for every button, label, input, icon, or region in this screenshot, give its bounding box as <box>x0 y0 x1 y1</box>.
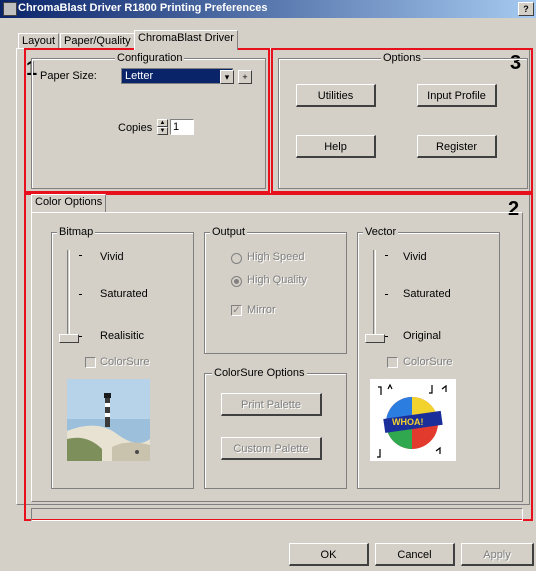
bitmap-level-saturated: Saturated <box>100 288 148 300</box>
tick-mark <box>79 255 82 256</box>
copies-spinner[interactable]: ▲ ▼ <box>157 119 168 135</box>
colorsure-options-title: ColorSure Options <box>212 367 307 379</box>
high-speed-radio[interactable] <box>231 253 242 264</box>
mirror-label: Mirror <box>247 304 276 316</box>
tick-mark <box>385 336 388 337</box>
copies-input[interactable]: 1 <box>170 119 194 135</box>
title-bar: ChromaBlast Driver R1800 Printing Prefer… <box>0 0 536 18</box>
high-speed-label: High Speed <box>247 251 305 263</box>
mirror-checkbox[interactable]: ✓ <box>231 305 242 316</box>
vector-colorsure-label: ColorSure <box>403 356 453 368</box>
ok-button[interactable]: OK <box>289 543 369 566</box>
help-title-button[interactable]: ? <box>518 2 534 16</box>
paper-size-select[interactable]: Letter <box>121 68 233 84</box>
bitmap-colorsure-checkbox[interactable] <box>85 357 96 368</box>
help-button[interactable]: Help <box>296 135 376 158</box>
spin-up-icon[interactable]: ▲ <box>157 119 168 127</box>
bitmap-level-vivid: Vivid <box>100 251 124 263</box>
bitmap-slider-thumb[interactable] <box>59 334 79 343</box>
vector-title: Vector <box>363 226 399 238</box>
add-paper-size-button[interactable]: + <box>238 70 252 84</box>
tab-layout[interactable]: Layout <box>18 33 60 49</box>
options-group: Options <box>278 52 528 189</box>
input-profile-button[interactable]: Input Profile <box>417 84 497 107</box>
vector-slider-track[interactable] <box>373 250 376 340</box>
paper-size-label: Paper Size: <box>40 70 97 82</box>
tick-mark <box>385 294 388 295</box>
tab-chromablast-driver[interactable]: ChromaBlast Driver <box>134 30 238 50</box>
copies-label: Copies <box>118 122 153 134</box>
register-button[interactable]: Register <box>417 135 497 158</box>
vector-level-original: Original <box>403 330 441 342</box>
paper-size-value: Letter <box>125 70 154 82</box>
window-title: ChromaBlast Driver R1800 Printing Prefer… <box>18 2 268 14</box>
bitmap-slider-track[interactable] <box>67 250 70 340</box>
apply-button[interactable]: Apply <box>461 543 534 566</box>
bitmap-title: Bitmap <box>57 226 96 238</box>
options-title: Options <box>381 52 423 64</box>
vector-level-saturated: Saturated <box>403 288 451 300</box>
utilities-button[interactable]: Utilities <box>296 84 376 107</box>
high-quality-radio[interactable] <box>231 276 242 287</box>
custom-palette-button[interactable]: Custom Palette <box>221 437 322 460</box>
spin-down-icon[interactable]: ▼ <box>157 127 168 135</box>
tab-color-options[interactable]: Color Options <box>31 194 107 212</box>
bitmap-level-realistic: Realisitic <box>100 330 145 342</box>
tick-mark <box>79 336 82 337</box>
printer-icon <box>3 2 17 16</box>
vector-slider-thumb[interactable] <box>365 334 385 343</box>
configuration-title: Configuration <box>115 52 185 64</box>
bitmap-colorsure-label: ColorSure <box>100 356 150 368</box>
vector-level-vivid: Vivid <box>403 251 427 263</box>
vector-colorsure-checkbox[interactable] <box>387 357 398 368</box>
chevron-down-icon[interactable]: ▾ <box>220 70 234 84</box>
cancel-button[interactable]: Cancel <box>375 543 455 566</box>
output-title: Output <box>210 226 248 238</box>
print-palette-button[interactable]: Print Palette <box>221 393 322 416</box>
lighthouse-preview-image <box>67 379 150 461</box>
colorsure-options-group: ColorSure Options <box>204 367 347 489</box>
status-strip <box>31 508 523 521</box>
vector-art-preview-image: WHOA! <box>370 379 456 461</box>
high-quality-label: High Quality <box>247 274 307 286</box>
svg-text:WHOA!: WHOA! <box>392 417 424 427</box>
tick-mark <box>385 255 388 256</box>
tab-paper-quality[interactable]: Paper/Quality <box>60 33 135 49</box>
tick-mark <box>79 294 82 295</box>
